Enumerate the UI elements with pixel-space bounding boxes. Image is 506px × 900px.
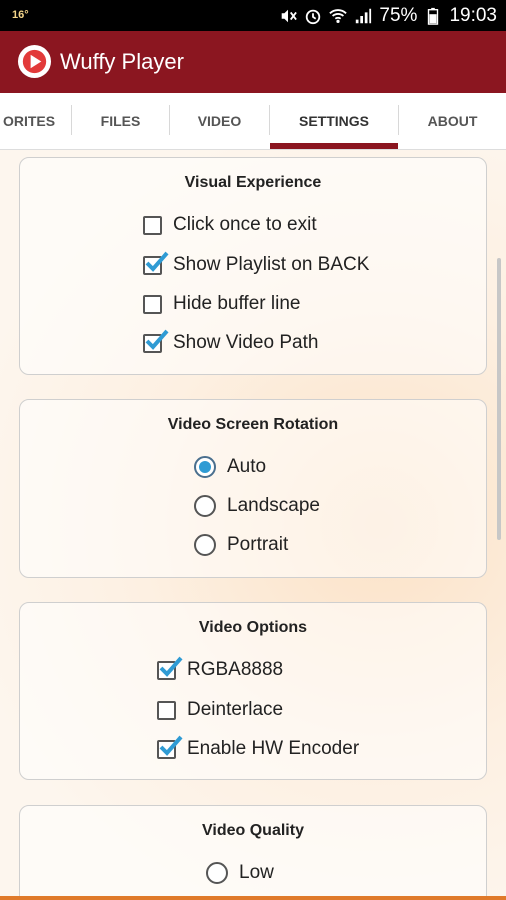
mute-icon <box>282 9 298 23</box>
checkbox[interactable] <box>143 294 162 314</box>
checkbox[interactable] <box>157 700 176 720</box>
tab-settings[interactable]: SETTINGS <box>270 93 398 149</box>
rotation-auto-option[interactable]: Auto <box>194 452 266 482</box>
checkbox-checked[interactable] <box>157 735 183 759</box>
alarm-icon <box>306 9 321 25</box>
section-title: Video Screen Rotation <box>167 416 339 433</box>
tab-files[interactable]: FILES <box>72 93 169 149</box>
scrollbar[interactable] <box>497 258 501 540</box>
option-label: Deinterlace <box>187 699 284 720</box>
checkbox-checked[interactable] <box>157 656 183 680</box>
tab-bar: ORITES FILES VIDEO SETTINGS ABOUT <box>0 93 506 150</box>
app-title: Wuffy Player <box>60 49 184 74</box>
status-bar: 16° 75% 19:03 <box>0 0 506 31</box>
show-playlist-on-back-option[interactable]: Show Playlist on BACK <box>143 250 369 280</box>
checkmark-icon <box>145 329 169 350</box>
click-once-exit-option[interactable]: Click once to exit <box>143 210 317 240</box>
battery-icon <box>428 7 439 25</box>
hide-buffer-line-option[interactable]: Hide buffer line <box>143 289 300 319</box>
option-label: Portrait <box>227 534 289 555</box>
option-label: Show Playlist on BACK <box>173 254 370 275</box>
video-screen-rotation-card: Video Screen Rotation Auto Landscape Por… <box>19 399 487 578</box>
video-quality-card: Video Quality Low <box>19 805 487 900</box>
checkmark-icon <box>145 251 169 272</box>
radio[interactable] <box>194 495 216 517</box>
active-tab-indicator <box>270 143 398 149</box>
app-bar: Wuffy Player <box>0 31 506 93</box>
checkmark-icon <box>159 656 183 677</box>
option-label: Hide buffer line <box>173 293 301 314</box>
option-label: Enable HW Encoder <box>187 738 360 759</box>
section-title: Video Options <box>198 619 308 636</box>
radio[interactable] <box>194 534 216 556</box>
checkmark-icon <box>159 735 183 756</box>
option-label: RGBA8888 <box>187 659 284 680</box>
show-video-path-option[interactable]: Show Video Path <box>143 328 318 358</box>
visual-experience-card: Visual Experience Click once to exit Sho… <box>19 157 487 375</box>
app-logo-icon <box>17 44 52 79</box>
rgba8888-option[interactable]: RGBA8888 <box>157 655 283 685</box>
clock: 19:03 <box>449 5 497 26</box>
radio[interactable] <box>206 862 228 884</box>
checkbox-checked[interactable] <box>143 251 169 275</box>
tab-favorites[interactable]: ORITES <box>0 93 72 149</box>
quality-low-option[interactable]: Low <box>206 858 274 888</box>
enable-hw-encoder-option[interactable]: Enable HW Encoder <box>157 734 359 764</box>
temperature-notification: 16° <box>12 9 29 21</box>
tab-video[interactable]: VIDEO <box>170 93 269 149</box>
wifi-icon <box>329 9 348 24</box>
battery-percent: 75% <box>379 5 418 26</box>
tab-about[interactable]: ABOUT <box>399 93 506 149</box>
bottom-accent-bar <box>0 896 506 900</box>
settings-content: Visual Experience Click once to exit Sho… <box>0 150 506 900</box>
radio-selected[interactable] <box>194 456 216 478</box>
checkbox[interactable] <box>143 215 162 235</box>
option-label: Low <box>239 862 274 883</box>
option-label: Auto <box>227 456 267 477</box>
option-label: Show Video Path <box>173 332 319 353</box>
signal-icon <box>356 8 372 24</box>
rotation-portrait-option[interactable]: Portrait <box>194 530 288 560</box>
video-options-card: Video Options RGBA8888 Deinterlace Enabl… <box>19 602 487 780</box>
section-title: Video Quality <box>202 822 304 839</box>
option-label: Landscape <box>227 495 320 516</box>
section-title: Visual Experience <box>184 174 322 191</box>
option-label: Click once to exit <box>173 214 317 235</box>
rotation-landscape-option[interactable]: Landscape <box>194 491 320 521</box>
checkbox-checked[interactable] <box>143 329 169 353</box>
deinterlace-option[interactable]: Deinterlace <box>157 695 283 725</box>
